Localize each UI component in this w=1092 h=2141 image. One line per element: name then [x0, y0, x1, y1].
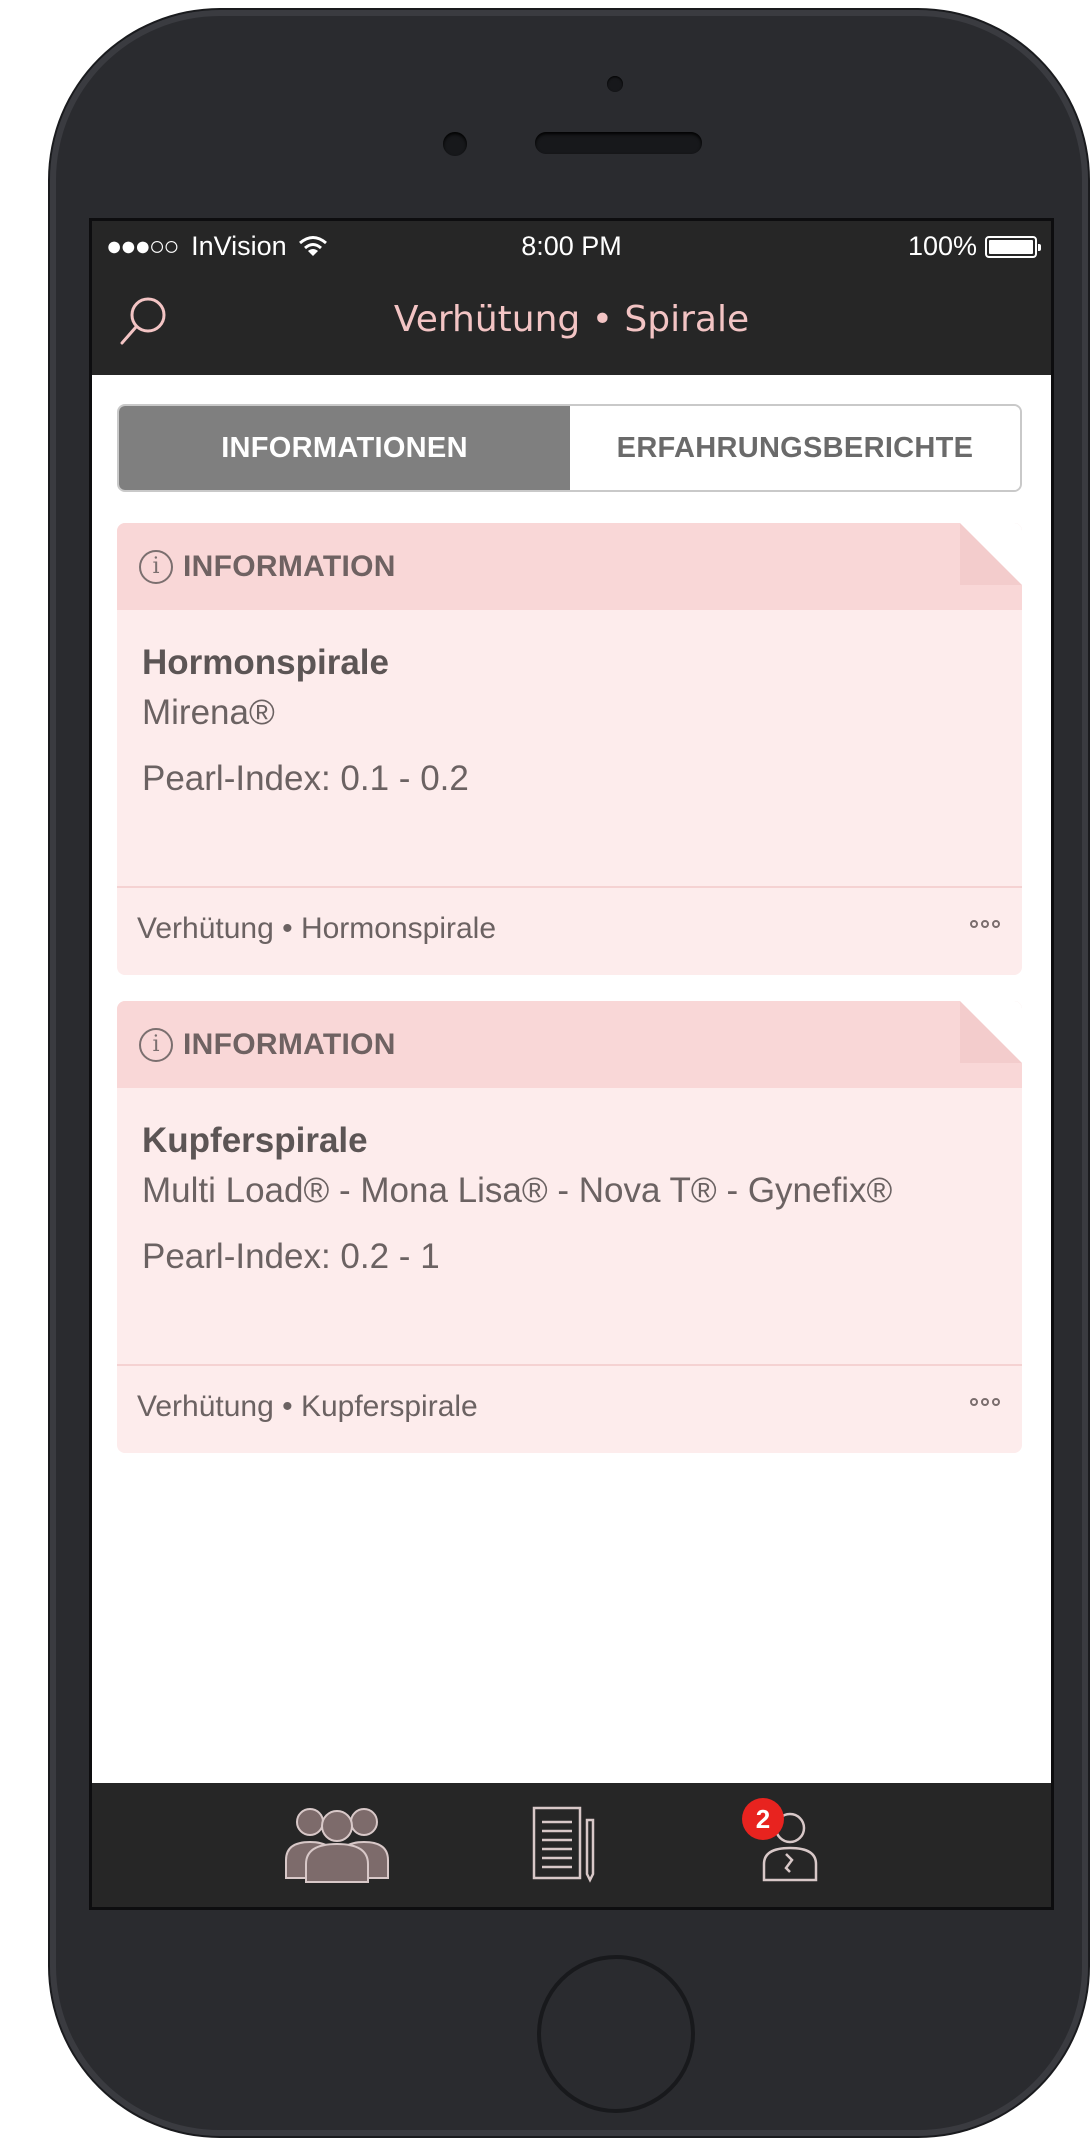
more-options-icon[interactable]	[970, 1398, 1000, 1406]
info-icon: i	[139, 1027, 173, 1062]
tab-informationen[interactable]: INFORMATIONEN	[119, 406, 570, 490]
card-footer: Verhütung • Hormonspirale	[117, 886, 1022, 975]
card-label: INFORMATION	[183, 1027, 396, 1061]
info-card-hormonspirale[interactable]: i INFORMATION Hormonspirale Mirena® Pear…	[117, 523, 1022, 975]
card-header: i INFORMATION	[117, 1001, 1022, 1088]
tab-community[interactable]	[282, 1798, 392, 1888]
page-title: Verhütung • Spirale	[393, 299, 750, 340]
navigation-bar: Verhütung • Spirale	[92, 271, 1051, 375]
tab-bar: 2	[92, 1783, 1051, 1907]
card-brands: Mirena®	[142, 693, 275, 732]
front-camera	[443, 132, 467, 156]
proximity-sensor	[607, 76, 623, 92]
info-icon: i	[139, 549, 173, 584]
battery-percentage: 100%	[907, 231, 977, 261]
card-pearl-index: Pearl-Index: 0.1 - 0.2	[142, 759, 469, 798]
card-label: INFORMATION	[183, 549, 396, 583]
community-icon	[285, 1808, 389, 1883]
status-bar: ●●●○○ InVision 8:00 PM 100%	[92, 221, 1051, 271]
card-footer: Verhütung • Kupferspirale	[117, 1364, 1022, 1453]
notification-badge: 2	[742, 1798, 784, 1840]
segmented-control: INFORMATIONEN ERFAHRUNGSBERICHTE	[117, 404, 1022, 492]
notes-icon	[532, 1806, 595, 1883]
earpiece-speaker	[535, 132, 702, 154]
tab-notes[interactable]	[530, 1798, 600, 1888]
more-options-icon[interactable]	[970, 920, 1000, 928]
card-title: Hormonspirale	[142, 643, 389, 682]
card-pearl-index: Pearl-Index: 0.2 - 1	[142, 1237, 440, 1276]
tab-erfahrungsberichte[interactable]: ERFAHRUNGSBERICHTE	[570, 406, 1020, 490]
home-button[interactable]	[537, 1955, 695, 2113]
card-title: Kupferspirale	[142, 1121, 368, 1160]
card-breadcrumb[interactable]: Verhütung • Kupferspirale	[137, 1390, 478, 1424]
card-fold-corner	[960, 1001, 1022, 1063]
info-card-kupferspirale[interactable]: i INFORMATION Kupferspirale Multi Load® …	[117, 1001, 1022, 1453]
card-header: i INFORMATION	[117, 523, 1022, 610]
status-battery-group: 100%	[907, 231, 1041, 262]
tab-doctor-profile[interactable]: 2	[742, 1798, 832, 1888]
card-brands: Multi Load® - Mona Lisa® - Nova T® - Gyn…	[142, 1171, 893, 1210]
card-fold-corner	[960, 523, 1022, 585]
card-breadcrumb[interactable]: Verhütung • Hormonspirale	[137, 912, 496, 946]
battery-icon	[985, 235, 1041, 258]
screen: ●●●○○ InVision 8:00 PM 100% Verhütung • …	[89, 218, 1054, 1910]
